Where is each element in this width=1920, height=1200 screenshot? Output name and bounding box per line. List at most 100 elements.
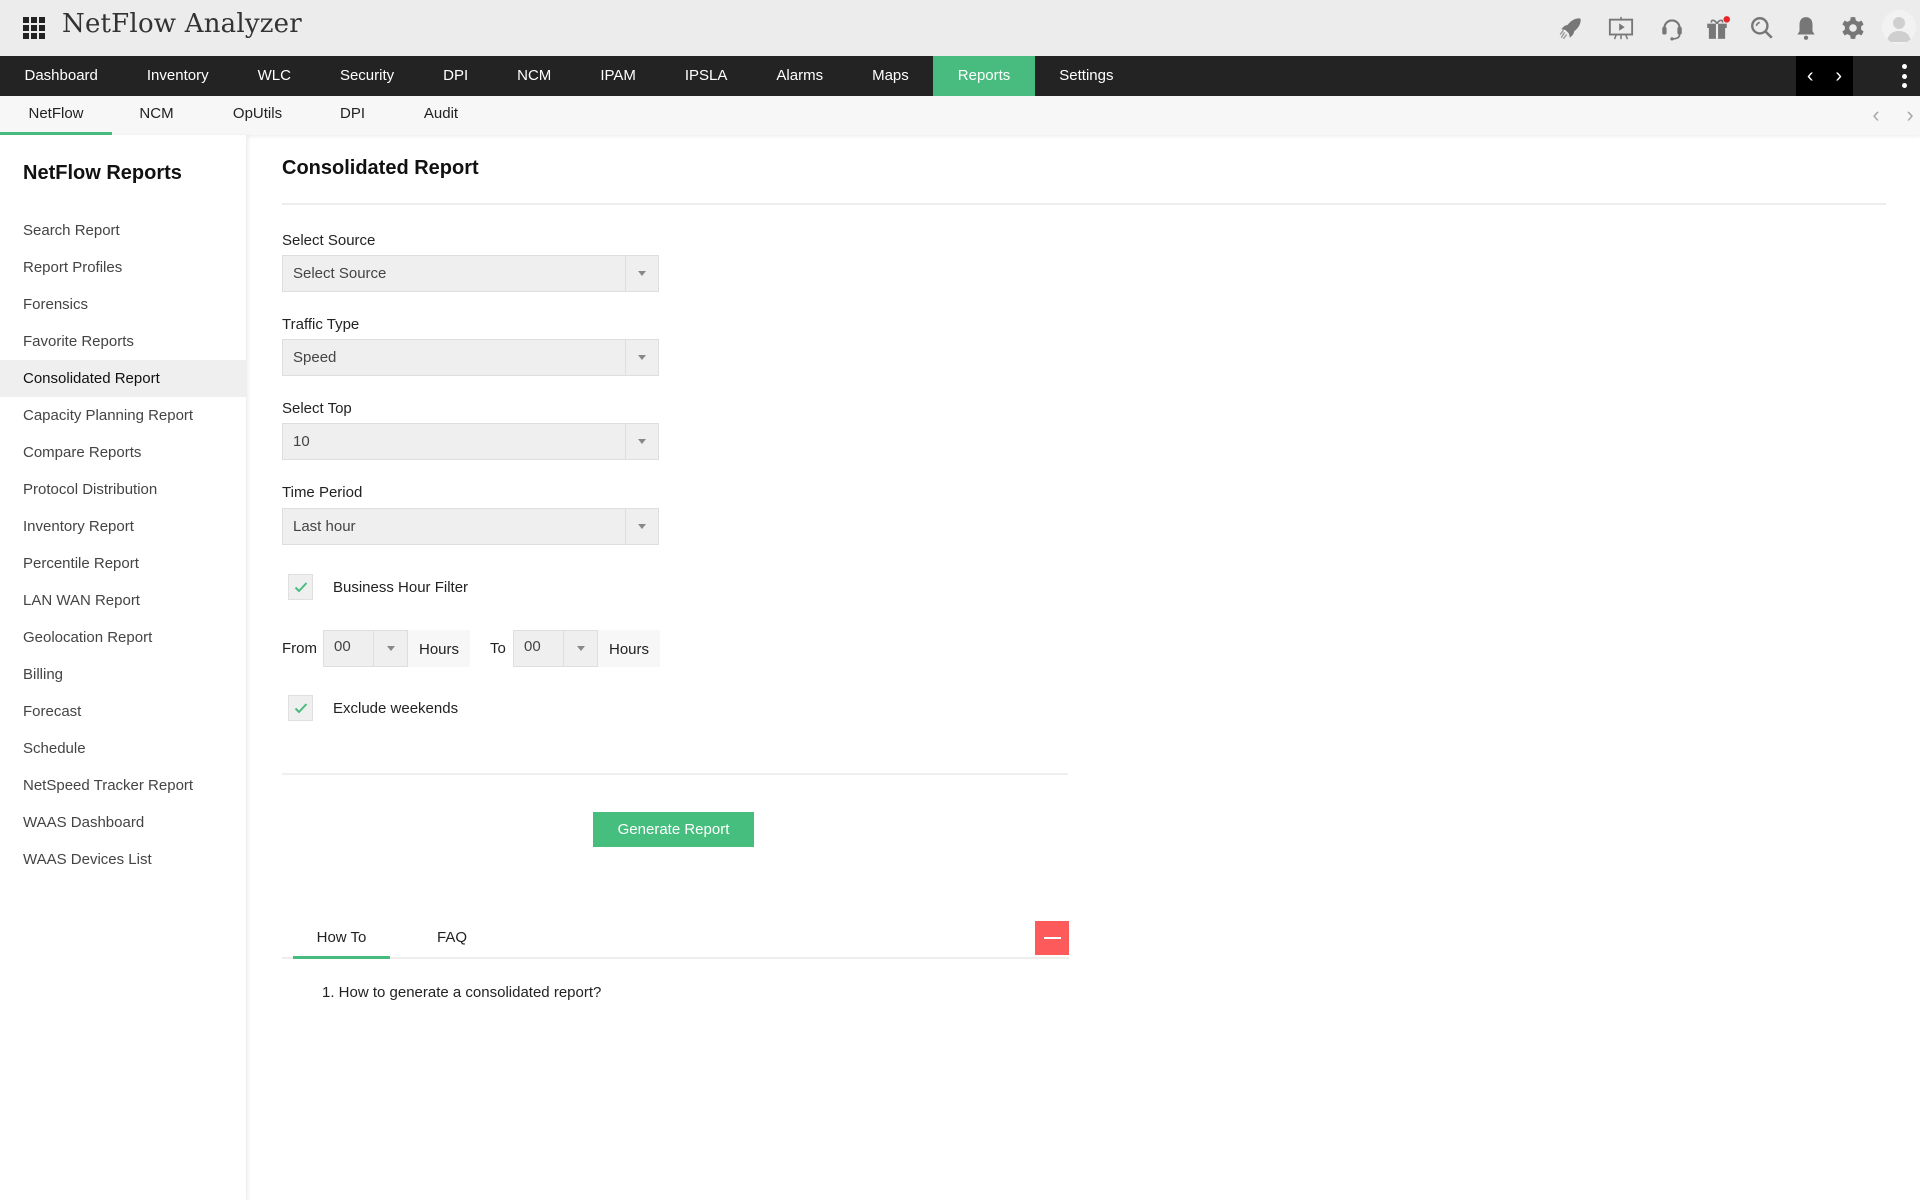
- subnav-oputils[interactable]: OpUtils: [201, 96, 314, 135]
- traffic-type-dropdown[interactable]: Speed: [282, 339, 659, 376]
- from-label: From: [282, 640, 317, 657]
- select-source-value: Select Source: [293, 265, 387, 282]
- sidebar-item-schedule[interactable]: Schedule: [0, 730, 247, 767]
- sub-nav: NetFlow NCM OpUtils DPI Audit ‹ ›: [0, 96, 1920, 135]
- sidebar: NetFlow Reports Search Report Report Pro…: [0, 135, 247, 1200]
- sidebar-item-lan-wan-report[interactable]: LAN WAN Report: [0, 582, 247, 619]
- sidebar-title: NetFlow Reports: [23, 162, 182, 184]
- user-avatar-icon[interactable]: [1882, 10, 1916, 44]
- headset-icon[interactable]: [1658, 14, 1686, 42]
- more-vertical-icon[interactable]: [1898, 64, 1910, 88]
- sidebar-list: Search Report Report Profiles Forensics …: [0, 212, 247, 878]
- sidebar-item-waas-devices-list[interactable]: WAAS Devices List: [0, 841, 247, 878]
- nav-dpi[interactable]: DPI: [419, 56, 493, 96]
- nav-inventory[interactable]: Inventory: [122, 56, 233, 96]
- chevron-right-icon[interactable]: ›: [1900, 102, 1920, 128]
- sidebar-item-report-profiles[interactable]: Report Profiles: [0, 249, 247, 286]
- sidebar-item-favorite-reports[interactable]: Favorite Reports: [0, 323, 247, 360]
- select-top-value: 10: [293, 433, 310, 450]
- subnav-dpi[interactable]: DPI: [314, 96, 391, 135]
- caret-down-icon[interactable]: [373, 631, 407, 666]
- caret-down-icon[interactable]: [625, 340, 658, 375]
- page-title: Consolidated Report: [282, 157, 479, 179]
- gear-icon[interactable]: [1839, 14, 1867, 42]
- sidebar-item-waas-dashboard[interactable]: WAAS Dashboard: [0, 804, 247, 841]
- checkmark-icon: [294, 703, 307, 714]
- presentation-icon[interactable]: [1607, 14, 1635, 42]
- main-nav: Dashboard Inventory WLC Security DPI NCM…: [0, 56, 1920, 96]
- select-source-label: Select Source: [282, 232, 376, 249]
- nav-alarms[interactable]: Alarms: [752, 56, 848, 96]
- sidebar-item-protocol-distribution[interactable]: Protocol Distribution: [0, 471, 247, 508]
- generate-report-button[interactable]: Generate Report: [593, 812, 754, 847]
- caret-down-icon[interactable]: [625, 256, 658, 291]
- business-hour-filter-label: Business Hour Filter: [333, 578, 469, 596]
- form-divider: [282, 773, 1068, 775]
- sidebar-item-search-report[interactable]: Search Report: [0, 212, 247, 249]
- search-icon[interactable]: [1748, 14, 1776, 42]
- time-period-dropdown[interactable]: Last hour: [282, 508, 659, 545]
- help-tabs: How To FAQ: [282, 921, 1069, 959]
- subnav-ncm[interactable]: NCM: [112, 96, 201, 135]
- caret-down-icon[interactable]: [625, 509, 658, 544]
- nav-wlc[interactable]: WLC: [233, 56, 315, 96]
- nav-dashboard[interactable]: Dashboard: [0, 56, 122, 96]
- from-hours-unit: Hours: [408, 630, 470, 667]
- sidebar-item-capacity-planning-report[interactable]: Capacity Planning Report: [0, 397, 247, 434]
- sidebar-item-geolocation-report[interactable]: Geolocation Report: [0, 619, 247, 656]
- to-hours-unit: Hours: [598, 630, 660, 667]
- tab-faq[interactable]: FAQ: [422, 921, 482, 959]
- sidebar-item-compare-reports[interactable]: Compare Reports: [0, 434, 247, 471]
- nav-ipam[interactable]: IPAM: [576, 56, 661, 96]
- checkmark-icon: [294, 582, 307, 593]
- sidebar-item-netspeed-tracker-report[interactable]: NetSpeed Tracker Report: [0, 767, 247, 804]
- rocket-icon[interactable]: [1557, 14, 1585, 42]
- nav-settings[interactable]: Settings: [1035, 56, 1138, 96]
- nav-ipsla[interactable]: IPSLA: [660, 56, 752, 96]
- nav-reports[interactable]: Reports: [933, 56, 1035, 96]
- subnav-audit[interactable]: Audit: [391, 96, 491, 135]
- business-hour-filter-row: Business Hour Filter: [288, 574, 468, 600]
- select-top-dropdown[interactable]: 10: [282, 423, 659, 460]
- sidebar-item-inventory-report[interactable]: Inventory Report: [0, 508, 247, 545]
- business-hours-range: From 00 Hours To 00 Hours: [282, 630, 660, 667]
- app-grid-icon[interactable]: [23, 17, 45, 39]
- exclude-weekends-checkbox[interactable]: [288, 695, 313, 721]
- gift-icon[interactable]: [1703, 14, 1731, 42]
- caret-down-icon[interactable]: [625, 424, 658, 459]
- time-period-value: Last hour: [293, 518, 356, 535]
- subnav-netflow[interactable]: NetFlow: [0, 96, 112, 135]
- exclude-weekends-label: Exclude weekends: [333, 699, 459, 717]
- nav-maps[interactable]: Maps: [848, 56, 934, 96]
- sidebar-item-forensics[interactable]: Forensics: [0, 286, 247, 323]
- to-hour-value: 00: [524, 638, 541, 655]
- caret-down-icon[interactable]: [563, 631, 597, 666]
- business-hour-filter-checkbox[interactable]: [288, 574, 313, 600]
- traffic-type-label: Traffic Type: [282, 316, 360, 333]
- sidebar-item-percentile-report[interactable]: Percentile Report: [0, 545, 247, 582]
- to-hour-dropdown[interactable]: 00: [513, 630, 598, 667]
- minus-icon: [1043, 937, 1061, 939]
- from-hour-dropdown[interactable]: 00: [323, 630, 408, 667]
- chevron-left-icon[interactable]: ‹: [1866, 102, 1886, 128]
- to-label: To: [490, 640, 506, 657]
- nav-scroll-arrows: ‹ ›: [1796, 56, 1853, 96]
- bell-icon[interactable]: [1792, 14, 1820, 42]
- collapse-help-button[interactable]: [1035, 921, 1069, 955]
- select-top-label: Select Top: [282, 400, 352, 417]
- exclude-weekends-row: Exclude weekends: [288, 695, 458, 721]
- chevron-left-icon[interactable]: ‹: [1807, 65, 1814, 88]
- title-divider: [282, 203, 1886, 205]
- from-hour-value: 00: [334, 638, 351, 655]
- sidebar-item-forecast[interactable]: Forecast: [0, 693, 247, 730]
- sidebar-item-billing[interactable]: Billing: [0, 656, 247, 693]
- help-item-link[interactable]: 1. How to generate a consolidated report…: [322, 984, 601, 1001]
- traffic-type-value: Speed: [293, 349, 337, 366]
- nav-ncm[interactable]: NCM: [493, 56, 576, 96]
- top-header: NetFlow Analyzer: [0, 0, 1920, 56]
- sidebar-item-consolidated-report[interactable]: Consolidated Report: [0, 360, 247, 397]
- tab-how-to[interactable]: How To: [293, 921, 390, 959]
- chevron-right-icon[interactable]: ›: [1835, 65, 1842, 88]
- select-source-dropdown[interactable]: Select Source: [282, 255, 659, 292]
- nav-security[interactable]: Security: [315, 56, 418, 96]
